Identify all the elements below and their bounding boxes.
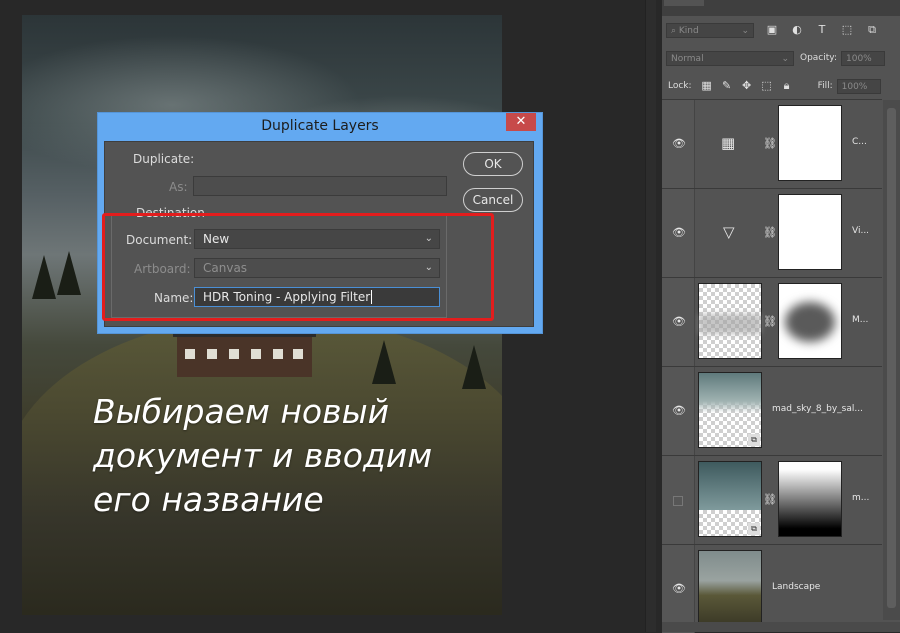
channel-mixer-icon: ▦ (721, 134, 736, 152)
lock-transparent-icon[interactable]: ▦ (700, 79, 714, 93)
scrollbar-thumb[interactable] (887, 108, 896, 608)
layer-mask-thumbnail[interactable] (778, 461, 842, 537)
lock-artboard-icon[interactable]: ⬚ (760, 79, 774, 93)
link-icon[interactable]: ⛓︎ (763, 315, 777, 328)
eye-icon[interactable]: 👁︎ (672, 404, 686, 417)
kind-filter-value: Kind (678, 25, 699, 36)
layer-mask-thumbnail[interactable] (778, 194, 842, 270)
as-input[interactable] (193, 176, 447, 196)
filter-row: ⌕ Kind ⌄ ▣ ◐ T ⬚ ⧉ (662, 20, 900, 40)
layer-thumbnail[interactable] (698, 283, 762, 359)
layer-name: C... (852, 137, 867, 147)
caption-line: документ и вводим (93, 436, 433, 475)
dialog-title: Duplicate Layers (261, 118, 379, 134)
layer-row[interactable]: 👁︎ Landscape (662, 544, 882, 633)
as-label: As: (169, 180, 188, 194)
blend-row: Normal ⌄ Opacity: 100% (662, 48, 900, 68)
vibrance-icon: ▽ (723, 223, 735, 241)
blend-mode-value: Normal (671, 53, 704, 64)
close-button[interactable]: ✕ (506, 113, 536, 131)
link-icon[interactable]: ⛓︎ (763, 226, 777, 239)
layer-row[interactable]: ⧉ ⛓︎ m... (662, 455, 882, 544)
opacity-field[interactable]: 100% (841, 50, 885, 66)
lock-label: Lock: (668, 81, 692, 91)
lock-all-icon[interactable]: 🔒︎ (780, 79, 794, 93)
tree (32, 255, 56, 299)
tree (57, 251, 81, 295)
duplicate-label: Duplicate: (133, 152, 195, 166)
eye-icon[interactable]: 👁︎ (672, 226, 686, 239)
type-filter-icon[interactable]: T (815, 23, 829, 37)
search-icon: ⌕ (671, 25, 679, 36)
blend-mode-select[interactable]: Normal ⌄ (666, 50, 794, 66)
eye-icon[interactable]: 👁︎ (672, 137, 686, 150)
lock-row: Lock: ▦ ✎ ✥ ⬚ 🔒︎ Fill: 100% (662, 76, 900, 96)
eye-icon[interactable]: 👁︎ (672, 582, 686, 595)
layer-name: Vi... (852, 226, 870, 236)
fill-field[interactable]: 100% (836, 78, 881, 94)
layers-panel: ⌕ Kind ⌄ ▣ ◐ T ⬚ ⧉ Normal ⌄ Opacity: 100… (662, 0, 900, 633)
layers-scrollbar[interactable] (883, 100, 900, 620)
layer-row[interactable]: 👁︎ ⛓︎ M... (662, 277, 882, 366)
eye-icon[interactable]: 👁︎ (672, 315, 686, 328)
layer-mask-thumbnail[interactable] (778, 105, 842, 181)
tree (462, 345, 486, 389)
panel-divider[interactable] (645, 0, 656, 632)
panel-footer (662, 622, 900, 632)
layer-name: Landscape (772, 582, 821, 592)
layer-row[interactable]: 👁︎ ▽ ⛓︎ Vi... (662, 188, 882, 277)
lock-brush-icon[interactable]: ✎ (720, 79, 734, 93)
smart-object-filter-icon[interactable]: ⧉ (865, 23, 879, 37)
smart-object-badge-icon: ⧉ (748, 523, 760, 535)
layer-name: m... (852, 493, 870, 503)
chevron-down-icon: ⌄ (741, 25, 749, 36)
layer-row[interactable]: 👁︎ ▦ ⛓︎ C... (662, 99, 882, 188)
smart-object-badge-icon: ⧉ (748, 434, 760, 446)
layer-thumbnail[interactable]: ⧉ (698, 461, 762, 537)
link-icon[interactable]: ⛓︎ (763, 493, 777, 506)
layer-thumbnail[interactable] (698, 550, 762, 626)
layer-name: M... (852, 315, 869, 325)
visibility-toggle-off[interactable] (673, 496, 683, 506)
layer-thumbnail[interactable]: ⧉ (698, 372, 762, 448)
shape-filter-icon[interactable]: ⬚ (840, 23, 854, 37)
opacity-label: Opacity: (800, 53, 837, 63)
pixel-filter-icon[interactable]: ▣ (765, 23, 779, 37)
ok-button[interactable]: OK (463, 152, 523, 176)
link-icon[interactable]: ⛓︎ (763, 137, 777, 150)
layer-mask-thumbnail[interactable] (778, 283, 842, 359)
highlight-annotation (102, 213, 494, 321)
panel-tab-bar (662, 0, 900, 16)
layers-tab[interactable] (664, 0, 704, 6)
layer-name: mad_sky_8_by_sal... (772, 404, 863, 414)
adjustment-filter-icon[interactable]: ◐ (790, 23, 804, 37)
cancel-button[interactable]: Cancel (463, 188, 523, 212)
overlay-caption: Выбираем новый документ и вводим его наз… (93, 390, 493, 522)
caption-line: его название (93, 480, 324, 519)
chevron-down-icon: ⌄ (781, 53, 789, 64)
fill-label: Fill: (817, 81, 833, 91)
layer-row[interactable]: 👁︎ ⧉ mad_sky_8_by_sal... (662, 366, 882, 455)
house (173, 325, 316, 377)
tree (372, 340, 396, 384)
lock-position-icon[interactable]: ✥ (740, 79, 754, 93)
caption-line: Выбираем новый (93, 392, 390, 431)
kind-filter-select[interactable]: ⌕ Kind ⌄ (666, 22, 754, 38)
